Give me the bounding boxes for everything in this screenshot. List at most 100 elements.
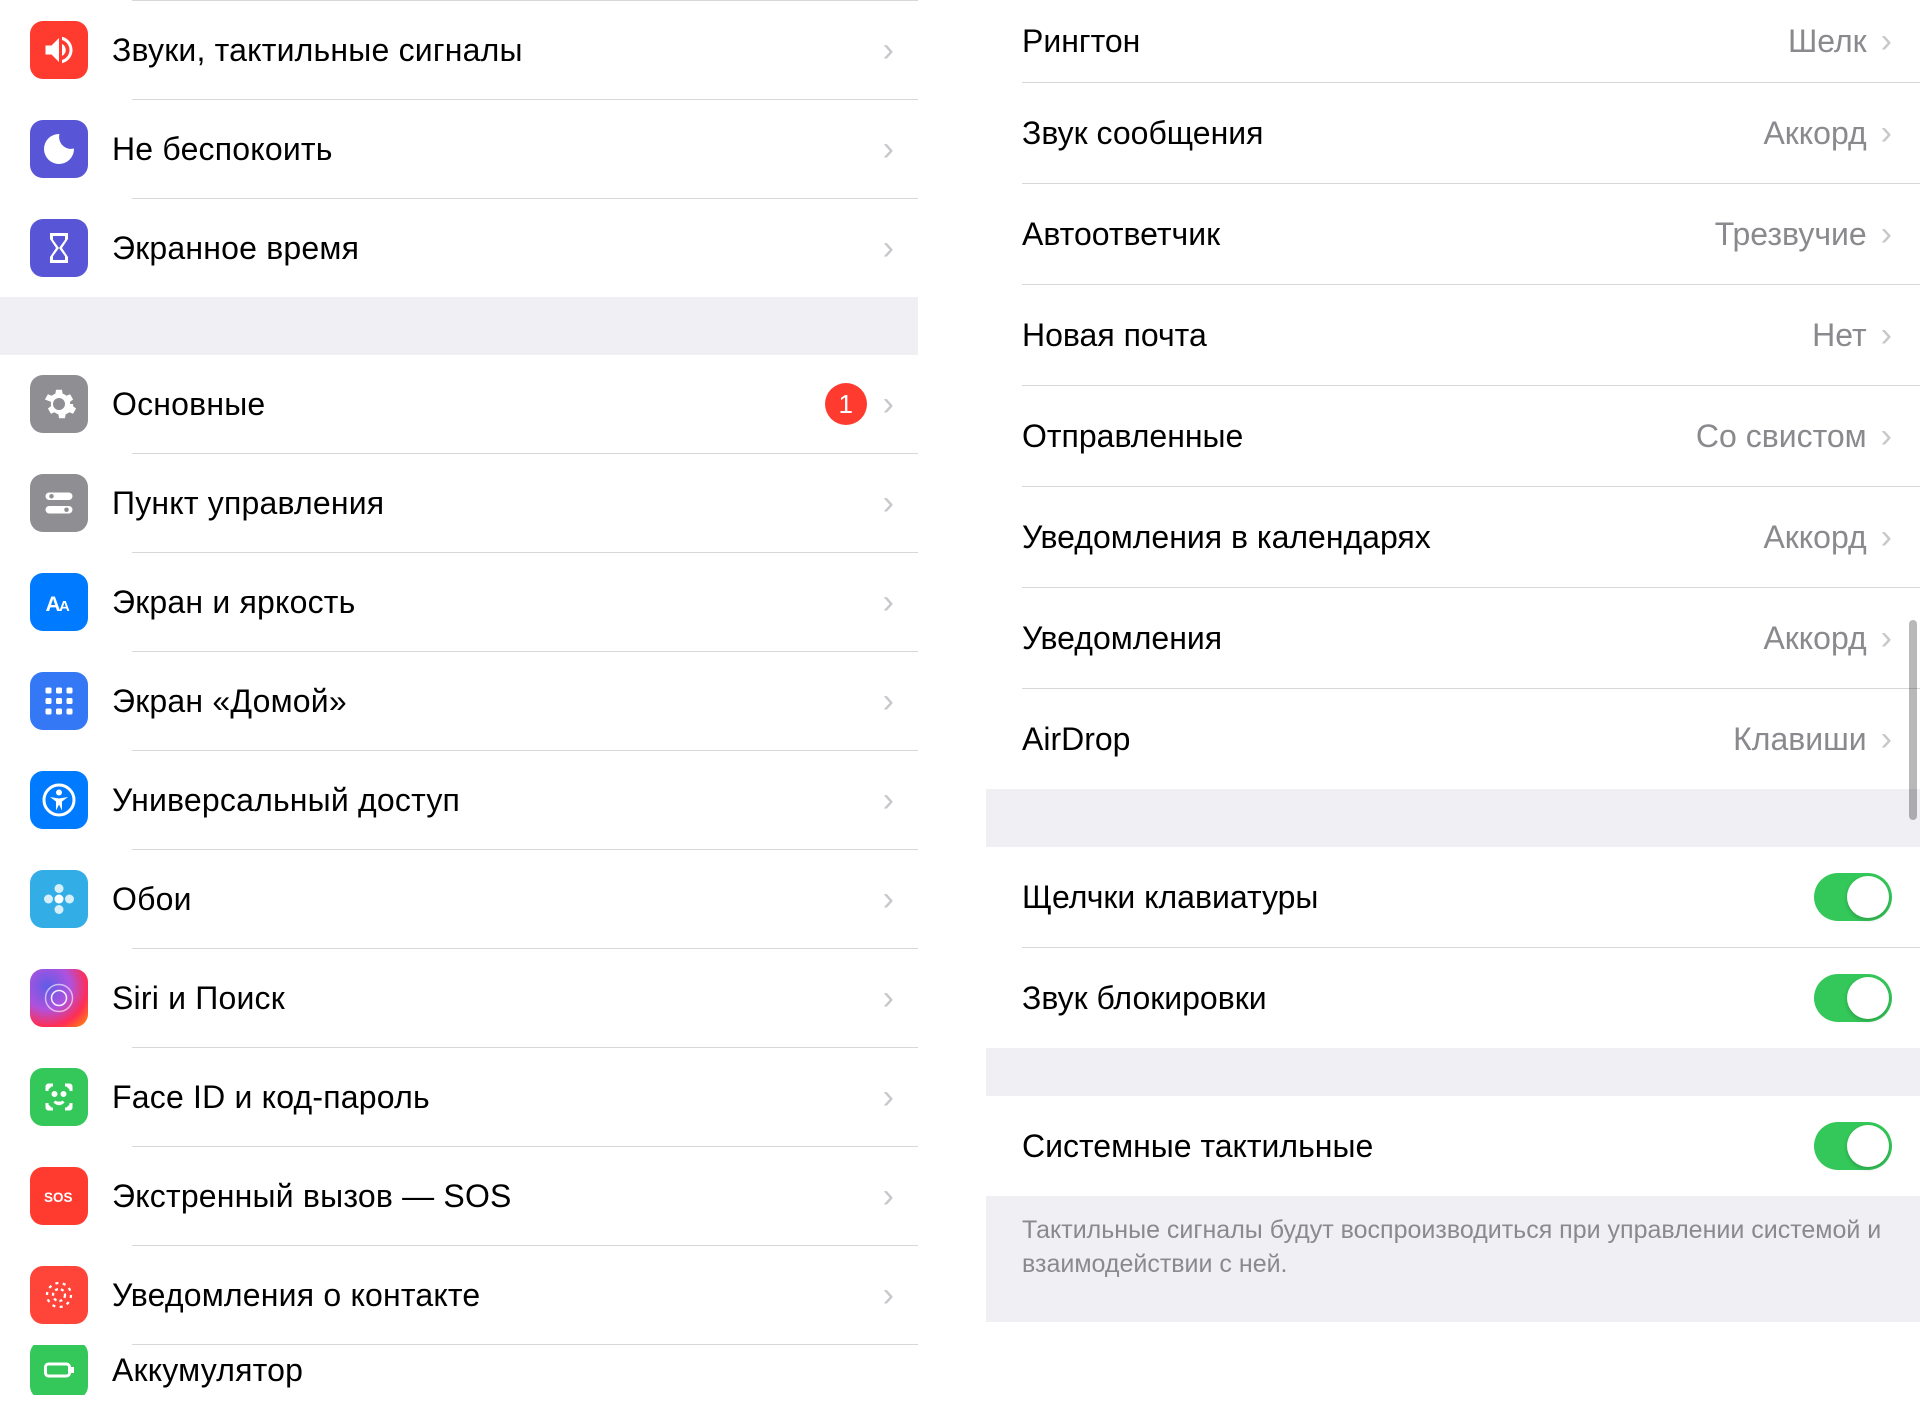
sidebar-item-accessibility[interactable]: Универсальный доступ ›: [0, 751, 918, 849]
grid-icon: [30, 672, 88, 730]
row-value: Нет: [1812, 317, 1867, 354]
chevron-right-icon: ›: [1881, 215, 1892, 254]
svg-text:A: A: [59, 598, 70, 615]
sidebar-item-screentime[interactable]: Экранное время ›: [0, 199, 918, 297]
chevron-right-icon: ›: [883, 583, 894, 622]
sidebar-item-exposure[interactable]: Уведомления о контакте ›: [0, 1246, 918, 1344]
chevron-right-icon: ›: [883, 781, 894, 820]
sidebar-item-label: Экран «Домой»: [112, 683, 883, 720]
chevron-right-icon: ›: [1881, 720, 1892, 759]
sidebar-item-label: Звуки, тактильные сигналы: [112, 32, 883, 69]
chevron-right-icon: ›: [883, 979, 894, 1018]
battery-icon: [30, 1345, 88, 1395]
settings-sidebar: Звуки, тактильные сигналы › Не беспокоит…: [0, 0, 918, 1427]
sidebar-item-sos[interactable]: SOS Экстренный вызов — SOS ›: [0, 1147, 918, 1245]
row-label: Системные тактильные: [1022, 1128, 1814, 1165]
sidebar-item-label: Не беспокоить: [112, 131, 883, 168]
row-label: Звук блокировки: [1022, 980, 1814, 1017]
sidebar-item-label: Пункт управления: [112, 485, 883, 522]
sidebar-item-control-center[interactable]: Пункт управления ›: [0, 454, 918, 552]
chevron-right-icon: ›: [1881, 316, 1892, 355]
row-label: Звук сообщения: [1022, 115, 1763, 152]
chevron-right-icon: ›: [883, 1177, 894, 1216]
detail-row-calendar-alerts[interactable]: Уведомления в календарях Аккорд ›: [986, 487, 1920, 587]
detail-row-reminder-alerts[interactable]: Уведомления Аккорд ›: [986, 588, 1920, 688]
sun-icon: [30, 1266, 88, 1324]
chevron-right-icon: ›: [883, 682, 894, 721]
row-value: Клавиши: [1733, 721, 1867, 758]
sidebar-item-wallpaper[interactable]: Обои ›: [0, 850, 918, 948]
sidebar-item-display[interactable]: AA Экран и яркость ›: [0, 553, 918, 651]
row-label: Уведомления в календарях: [1022, 519, 1763, 556]
detail-pane: Рингтон Шелк › Звук сообщения Аккорд › А…: [986, 0, 1920, 1427]
scrollbar[interactable]: [1909, 620, 1917, 820]
row-value: Аккорд: [1763, 620, 1866, 657]
sidebar-item-label: Универсальный доступ: [112, 782, 883, 819]
gear-icon: [30, 375, 88, 433]
detail-row-sent-mail[interactable]: Отправленные Со свистом ›: [986, 386, 1920, 486]
accessibility-icon: [30, 771, 88, 829]
row-value: Со свистом: [1696, 418, 1867, 455]
row-label: Щелчки клавиатуры: [1022, 879, 1814, 916]
group-separator: [986, 789, 1920, 847]
chevron-right-icon: ›: [1881, 22, 1892, 61]
sidebar-item-siri[interactable]: Siri и Поиск ›: [0, 949, 918, 1047]
sidebar-item-dnd[interactable]: Не беспокоить ›: [0, 100, 918, 198]
moon-icon: [30, 120, 88, 178]
footer-note: Тактильные сигналы будут воспроизводитьс…: [986, 1196, 1920, 1322]
row-value: Аккорд: [1763, 115, 1866, 152]
chevron-right-icon: ›: [1881, 114, 1892, 153]
sidebar-item-sounds[interactable]: Звуки, тактильные сигналы ›: [0, 1, 918, 99]
faceid-icon: [30, 1068, 88, 1126]
chevron-right-icon: ›: [883, 484, 894, 523]
row-label: Отправленные: [1022, 418, 1696, 455]
sidebar-item-label: Экранное время: [112, 230, 883, 267]
chevron-right-icon: ›: [883, 31, 894, 70]
sos-icon: SOS: [30, 1167, 88, 1225]
detail-row-airdrop[interactable]: AirDrop Клавиши ›: [986, 689, 1920, 789]
sidebar-item-faceid[interactable]: Face ID и код-пароль ›: [0, 1048, 918, 1146]
detail-row-ringtone[interactable]: Рингтон Шелк ›: [986, 0, 1920, 82]
toggle-switch[interactable]: [1814, 974, 1892, 1022]
pane-gap: [918, 0, 986, 1427]
chevron-right-icon: ›: [883, 130, 894, 169]
detail-row-new-mail[interactable]: Новая почта Нет ›: [986, 285, 1920, 385]
chevron-right-icon: ›: [883, 385, 894, 424]
sidebar-item-label: Аккумулятор: [112, 1352, 894, 1389]
chevron-right-icon: ›: [883, 880, 894, 919]
hourglass-icon: [30, 219, 88, 277]
chevron-right-icon: ›: [1881, 417, 1892, 456]
detail-row-voicemail[interactable]: Автоответчик Трезвучие ›: [986, 184, 1920, 284]
row-value: Аккорд: [1763, 519, 1866, 556]
sidebar-item-label: Экран и яркость: [112, 584, 883, 621]
sidebar-item-label: Уведомления о контакте: [112, 1277, 883, 1314]
toggle-row-keyboard-clicks: Щелчки клавиатуры: [986, 847, 1920, 947]
toggle-row-system-haptics: Системные тактильные: [986, 1096, 1920, 1196]
row-label: Рингтон: [1022, 23, 1788, 60]
toggle-switch[interactable]: [1814, 873, 1892, 921]
group-separator: [0, 297, 918, 355]
text-size-icon: AA: [30, 573, 88, 631]
sidebar-item-home-screen[interactable]: Экран «Домой» ›: [0, 652, 918, 750]
siri-icon: [30, 969, 88, 1027]
sidebar-item-label: Siri и Поиск: [112, 980, 883, 1017]
sidebar-item-general[interactable]: Основные 1 ›: [0, 355, 918, 453]
sidebar-item-battery[interactable]: Аккумулятор: [0, 1345, 918, 1395]
toggle-row-lock-sound: Звук блокировки: [986, 948, 1920, 1048]
chevron-right-icon: ›: [1881, 619, 1892, 658]
speaker-icon: [30, 21, 88, 79]
row-label: AirDrop: [1022, 721, 1733, 758]
row-value: Трезвучие: [1715, 216, 1867, 253]
chevron-right-icon: ›: [883, 1078, 894, 1117]
toggle-switch[interactable]: [1814, 1122, 1892, 1170]
notification-badge: 1: [825, 383, 867, 425]
flower-icon: [30, 870, 88, 928]
detail-row-text-tone[interactable]: Звук сообщения Аккорд ›: [986, 83, 1920, 183]
svg-text:SOS: SOS: [44, 1190, 73, 1205]
group-separator: [986, 1048, 1920, 1096]
row-label: Автоответчик: [1022, 216, 1715, 253]
sidebar-item-label: Основные: [112, 386, 825, 423]
sidebar-item-label: Обои: [112, 881, 883, 918]
switches-icon: [30, 474, 88, 532]
row-value: Шелк: [1788, 23, 1867, 60]
